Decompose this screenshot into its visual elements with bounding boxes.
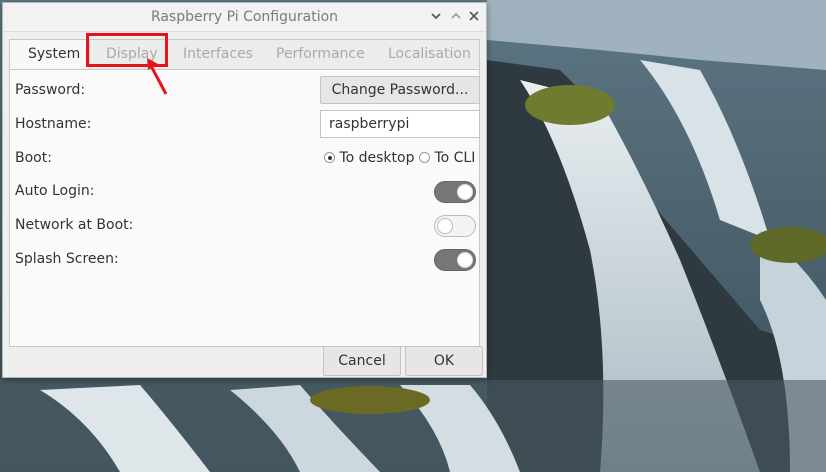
radio-checked-icon[interactable] (324, 152, 335, 163)
boot-desktop-option[interactable]: To desktop (324, 150, 414, 166)
change-password-button[interactable]: Change Password... (320, 76, 480, 104)
boot-cli-label: To CLI (434, 150, 476, 166)
toggle-knob (437, 218, 453, 234)
tab-interfaces[interactable]: Interfaces (183, 46, 253, 62)
tab-performance[interactable]: Performance (276, 46, 365, 62)
annotation-arrow-icon (147, 58, 168, 95)
auto-login-label: Auto Login: (15, 183, 95, 199)
network-at-boot-label: Network at Boot: (15, 217, 134, 233)
boot-desktop-label: To desktop (339, 150, 415, 166)
tab-system[interactable]: System (28, 46, 80, 62)
toggle-knob (457, 184, 473, 200)
toggle-knob (457, 252, 473, 268)
chevron-down-icon[interactable] (429, 9, 443, 23)
system-settings-panel: Password: Change Password... Hostname: r… (9, 69, 480, 347)
boot-cli-option[interactable]: To CLI (419, 150, 475, 166)
window-title: Raspberry Pi Configuration (150, 9, 339, 25)
raspberry-pi-configuration-dialog: Raspberry Pi Configuration System Displa… (2, 2, 487, 378)
hostname-label: Hostname: (15, 116, 92, 132)
tab-bar: System Display Interfaces Performance Lo… (9, 39, 480, 70)
network-at-boot-toggle[interactable] (434, 215, 476, 237)
hostname-input[interactable]: raspberrypi (320, 110, 480, 138)
chevron-up-icon[interactable] (449, 9, 463, 23)
ok-button[interactable]: OK (405, 346, 483, 376)
password-label: Password: (15, 82, 86, 98)
auto-login-toggle[interactable] (434, 181, 476, 203)
close-icon[interactable] (467, 9, 481, 23)
radio-unchecked-icon[interactable] (419, 152, 430, 163)
boot-label: Boot: (15, 150, 52, 166)
title-bar[interactable]: Raspberry Pi Configuration (3, 3, 486, 32)
cancel-button[interactable]: Cancel (323, 346, 401, 376)
splash-screen-toggle[interactable] (434, 249, 476, 271)
splash-screen-label: Splash Screen: (15, 251, 119, 267)
tab-localisation[interactable]: Localisation (388, 46, 471, 62)
